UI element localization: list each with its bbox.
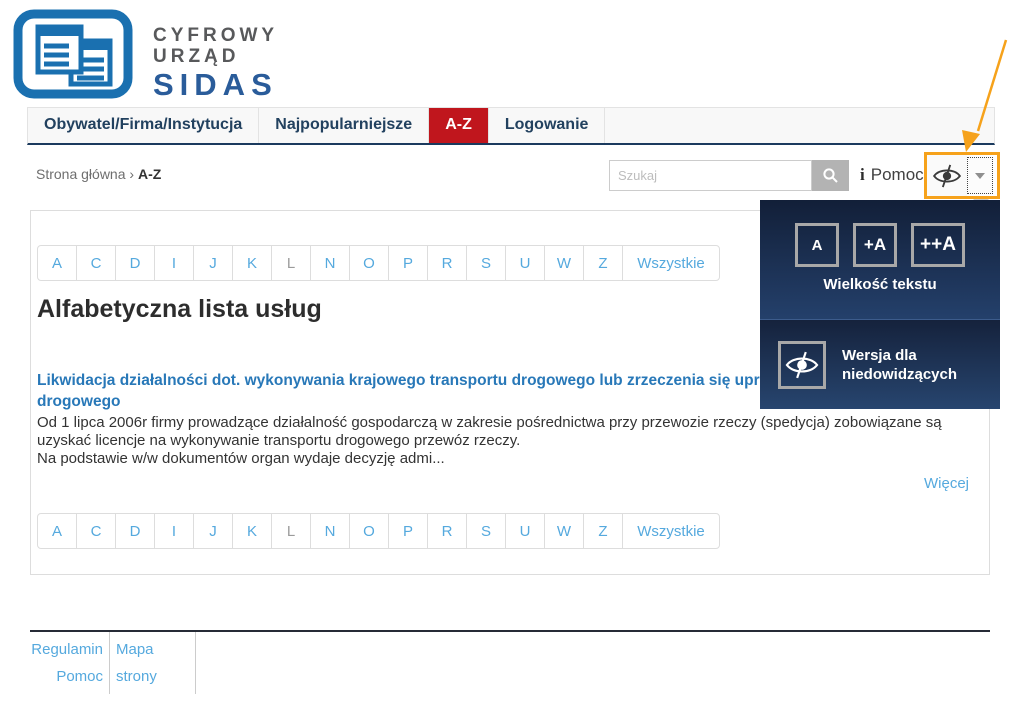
accessibility-dropdown-button[interactable] (967, 157, 993, 194)
logo-text: CYFROWY URZĄD SIDAS (153, 25, 278, 103)
alphabet-letter-link[interactable]: U (506, 246, 545, 280)
nav-tab-a-z[interactable]: A-Z (429, 108, 489, 143)
alphabet-letter-link[interactable]: P (389, 246, 428, 280)
alphabet-letter-link[interactable]: S (467, 246, 506, 280)
alphabet-letter-link[interactable]: I (155, 514, 194, 548)
alphabet-filter-top: ACDIJKLNOPRSUWZWszystkie (37, 245, 720, 281)
chevron-down-icon (975, 173, 985, 179)
footer-link-pomoc[interactable]: Pomoc (30, 663, 103, 690)
alphabet-letter-link[interactable]: D (116, 246, 155, 280)
alphabet-all-link[interactable]: Wszystkie (623, 514, 719, 548)
alphabet-letter-link[interactable]: Z (584, 514, 623, 548)
sidas-logo-icon (12, 8, 134, 100)
text-size-label: Wielkość tekstu (823, 276, 936, 293)
accessibility-panel: A +A ++A Wielkość tekstu Wersja dla nied… (760, 200, 1000, 410)
nav-tab-najpopularniejsze[interactable]: Najpopularniejsze (259, 108, 429, 143)
footer-link-regulamin[interactable]: Regulamin (30, 636, 103, 663)
footer-column-2: Mapa strony (110, 632, 196, 694)
alphabet-letter-link[interactable]: Z (584, 246, 623, 280)
alphabet-letter-link[interactable]: J (194, 246, 233, 280)
alphabet-letter-link[interactable]: R (428, 246, 467, 280)
alphabet-letter-link[interactable]: A (38, 514, 77, 548)
footer-column-1: Regulamin Pomoc (30, 632, 110, 694)
search-icon (822, 167, 839, 184)
alphabet-letter-link[interactable]: P (389, 514, 428, 548)
eye-crossed-icon (932, 164, 962, 188)
text-size-section: A +A ++A Wielkość tekstu (760, 200, 1000, 320)
accessibility-eye-button[interactable] (927, 155, 967, 196)
alphabet-letter-link[interactable]: L (272, 246, 311, 280)
service-title-line1: Likwidacja działalności dot. wykonywania… (37, 370, 803, 391)
service-description: Od 1 lipca 2006r firmy prowadzące działa… (37, 414, 942, 468)
blind-version-label: Wersja dla niedowidzących (842, 346, 957, 384)
breadcrumb-separator: › (129, 166, 134, 182)
alphabet-letter-link[interactable]: N (311, 514, 350, 548)
footer-link-mapa-strony[interactable]: Mapa strony (116, 636, 195, 690)
alphabet-letter-link[interactable]: K (233, 246, 272, 280)
footer: Regulamin Pomoc Mapa strony (30, 630, 990, 694)
page-title: Alfabetyczna lista usług (37, 295, 322, 324)
alphabet-letter-link[interactable]: R (428, 514, 467, 548)
alphabet-letter-link[interactable]: W (545, 246, 584, 280)
alphabet-letter-link[interactable]: U (506, 514, 545, 548)
font-size-normal-button[interactable]: A (795, 223, 839, 267)
alphabet-all-link[interactable]: Wszystkie (623, 246, 719, 280)
nav-tab-logowanie[interactable]: Logowanie (489, 108, 606, 143)
logo-line-cyfrowy: CYFROWY (153, 25, 278, 46)
help-label: Pomoc (871, 165, 924, 185)
alphabet-filter-bottom: ACDIJKLNOPRSUWZWszystkie (37, 513, 720, 549)
service-title-link[interactable]: Likwidacja działalności dot. wykonywania… (37, 370, 803, 412)
font-size-largest-button[interactable]: ++A (911, 223, 965, 267)
font-size-larger-button[interactable]: +A (853, 223, 897, 267)
alphabet-letter-link[interactable]: O (350, 514, 389, 548)
main-navigation: Obywatel/Firma/Instytucja Najpopularniej… (27, 107, 995, 145)
search-input[interactable] (609, 160, 812, 191)
service-title-line2: drogowego (37, 391, 803, 412)
breadcrumb-home[interactable]: Strona główna (36, 166, 126, 182)
nav-tab-obywatel[interactable]: Obywatel/Firma/Instytucja (28, 108, 259, 143)
alphabet-letter-link[interactable]: L (272, 514, 311, 548)
blind-version-section[interactable]: Wersja dla niedowidzących (760, 320, 1000, 409)
alphabet-letter-link[interactable]: S (467, 514, 506, 548)
alphabet-letter-link[interactable]: A (38, 246, 77, 280)
breadcrumb: Strona główna › A-Z (36, 166, 161, 182)
search-button[interactable] (812, 160, 849, 191)
alphabet-letter-link[interactable]: C (77, 514, 116, 548)
blind-version-button[interactable] (778, 341, 826, 389)
alphabet-letter-link[interactable]: C (77, 246, 116, 280)
more-link[interactable]: Więcej (924, 475, 969, 492)
alphabet-letter-link[interactable]: W (545, 514, 584, 548)
help-link[interactable]: i Pomoc (860, 165, 924, 185)
info-icon: i (860, 165, 865, 185)
alphabet-letter-link[interactable]: N (311, 246, 350, 280)
page: CYFROWY URZĄD SIDAS Obywatel/Firma/Insty… (0, 0, 1019, 705)
alphabet-letter-link[interactable]: K (233, 514, 272, 548)
alphabet-letter-link[interactable]: I (155, 246, 194, 280)
logo-line-urzad: URZĄD (153, 46, 278, 67)
eye-crossed-icon (784, 351, 820, 379)
alphabet-letter-link[interactable]: J (194, 514, 233, 548)
alphabet-letter-link[interactable]: D (116, 514, 155, 548)
breadcrumb-current: A-Z (138, 166, 161, 182)
accessibility-button-group (924, 152, 1000, 199)
alphabet-letter-link[interactable]: O (350, 246, 389, 280)
logo-line-sidas: SIDAS (153, 67, 278, 103)
